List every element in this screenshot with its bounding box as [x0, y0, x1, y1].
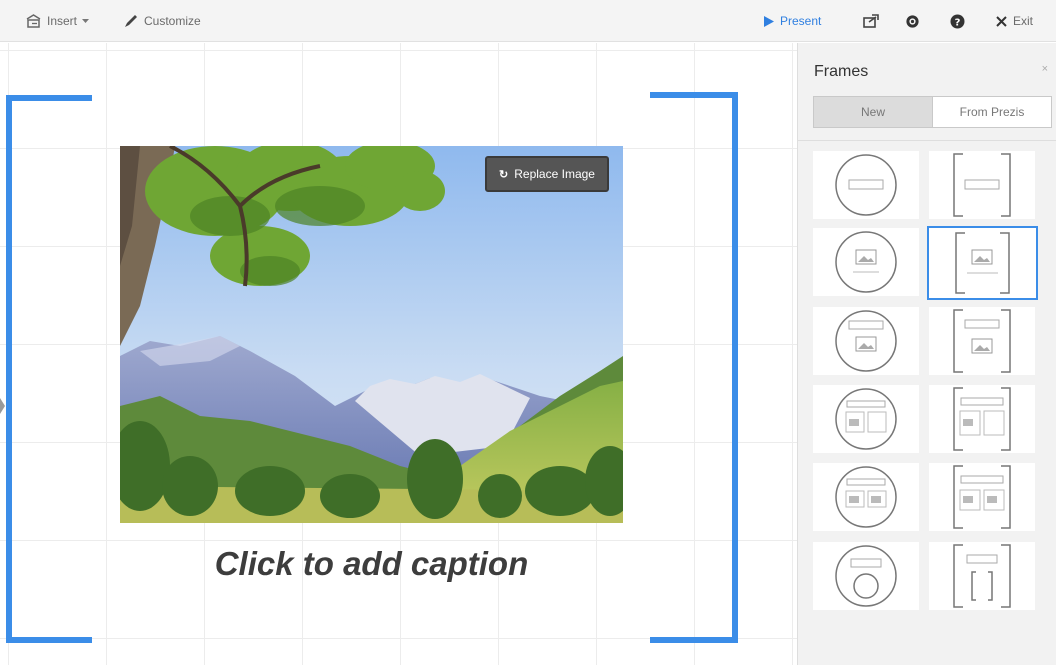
refresh-icon: ↻	[499, 168, 509, 181]
present-label: Present	[780, 14, 822, 28]
frame-thumb-circle-title[interactable]	[813, 151, 919, 219]
frames-tabs: New From Prezis	[813, 96, 1052, 128]
insert-label: Insert	[47, 14, 78, 28]
insert-menu[interactable]: Insert	[26, 0, 90, 42]
gear-icon	[906, 14, 919, 28]
frame-thumb-bracket-image[interactable]	[927, 226, 1038, 300]
frame-thumb-circle-title-image[interactable]	[813, 307, 919, 375]
top-toolbar: Insert Customize Present ? Exit	[0, 0, 1056, 42]
share-button[interactable]	[863, 0, 879, 42]
exit-button[interactable]: Exit	[996, 0, 1033, 42]
customize-button[interactable]: Customize	[124, 0, 201, 42]
exit-label: Exit	[1013, 14, 1034, 28]
frame-thumb-bracket-title[interactable]	[929, 151, 1035, 219]
settings-button[interactable]	[906, 0, 919, 42]
panel-divider	[798, 140, 1056, 141]
replace-image-button[interactable]: ↻ Replace Image	[485, 156, 609, 192]
frames-panel: Frames × New From Prezis	[797, 43, 1056, 665]
close-icon	[996, 15, 1007, 27]
insert-icon	[26, 14, 41, 28]
frame-thumb-circle-image[interactable]	[813, 228, 919, 296]
customize-label: Customize	[144, 14, 201, 28]
frame-bracket-right[interactable]	[650, 92, 738, 643]
help-icon: ?	[950, 14, 965, 29]
frame-thumb-bracket-title-two-images[interactable]	[929, 463, 1035, 531]
frame-thumb-bracket-nested[interactable]	[929, 542, 1035, 610]
canvas-side-handle[interactable]	[0, 398, 5, 414]
brush-icon	[124, 14, 138, 28]
replace-image-label: Replace Image	[514, 167, 595, 181]
tab-from-prezis[interactable]: From Prezis	[932, 96, 1052, 128]
svg-text:?: ?	[955, 17, 961, 28]
panel-close-icon[interactable]: ×	[1042, 63, 1048, 75]
play-icon	[764, 15, 774, 27]
caption-text[interactable]: Click to add caption	[120, 545, 623, 583]
tab-new[interactable]: New	[813, 96, 932, 128]
frame-bracket-left[interactable]	[6, 95, 92, 643]
chevron-down-icon	[82, 18, 90, 24]
present-button[interactable]: Present	[764, 0, 821, 42]
panel-title: Frames	[814, 63, 869, 80]
frame-thumb-bracket-title-image[interactable]	[929, 307, 1035, 375]
frame-thumb-circle-title-image-text[interactable]	[813, 385, 919, 453]
frame-thumb-circle-nested[interactable]	[813, 542, 919, 610]
landscape-image[interactable]	[120, 146, 623, 523]
share-icon	[863, 14, 879, 28]
canvas[interactable]: ↻ Replace Image Click to add caption	[0, 43, 797, 665]
frame-thumb-circle-title-two-images[interactable]	[813, 463, 919, 531]
frame-thumb-bracket-title-image-text[interactable]	[929, 385, 1035, 453]
help-button[interactable]: ?	[950, 0, 965, 42]
